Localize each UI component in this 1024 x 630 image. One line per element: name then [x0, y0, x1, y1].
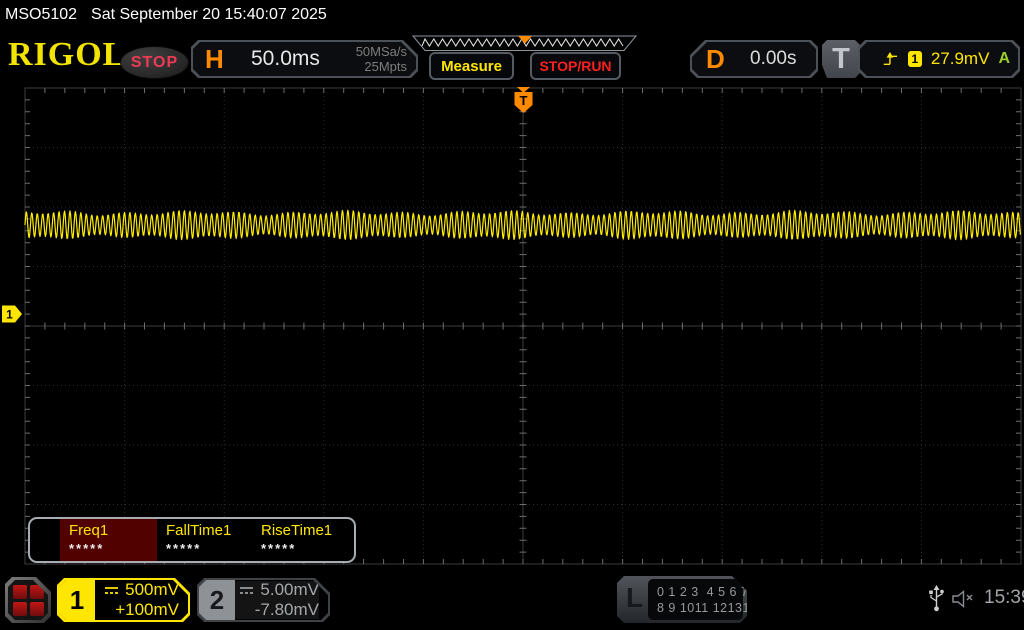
- stop-run-button[interactable]: STOP/RUN: [530, 52, 621, 80]
- dc-coupling-icon: [239, 585, 254, 596]
- red-square-icon: [13, 602, 27, 616]
- rising-edge-icon: [882, 50, 899, 68]
- trigger-position-marker[interactable]: T: [515, 87, 533, 113]
- measurement-label: Freq1: [69, 522, 157, 539]
- memory-depth: 25Mpts: [356, 59, 407, 74]
- svg-text:1: 1: [6, 308, 13, 322]
- measure-button-label: Measure: [441, 58, 502, 75]
- channel1-number: 1: [59, 580, 95, 620]
- logic-channels-badge[interactable]: L 0 1 2 3 4 5 6 7 8 9 1011 12131415: [617, 576, 747, 623]
- toolbar: RIGOL STOP H 50.0ms 50MSa/s 25Mpts Measu…: [0, 30, 1024, 85]
- model-name: MSO5102: [5, 6, 77, 24]
- measurement-label: FallTime1: [166, 522, 252, 539]
- red-square-icon: [13, 585, 27, 599]
- measure-button[interactable]: Measure: [429, 52, 514, 80]
- measurement-cell-freq1[interactable]: Freq1 *****: [60, 519, 157, 561]
- trigger-source-badge: 1: [908, 51, 922, 67]
- channel2-badge[interactable]: 2 5.00mV -7.80mV: [197, 578, 330, 622]
- delay-panel[interactable]: D 0.00s: [690, 40, 818, 78]
- measurement-panel: Freq1 ***** FallTime1 ***** RiseTime1 **…: [28, 517, 356, 563]
- rigol-logo: RIGOL: [8, 36, 126, 74]
- delay-value: 0.00s: [750, 48, 796, 70]
- dc-coupling-icon: [104, 585, 119, 596]
- delay-label: D: [706, 42, 725, 76]
- usb-icon: [928, 585, 945, 613]
- trigger-source-channel: 1: [911, 52, 918, 66]
- trigger-mode: A: [998, 50, 1010, 68]
- run-state-indicator: STOP: [120, 46, 189, 79]
- acquisition-info: 50MSa/s 25Mpts: [356, 44, 407, 74]
- channel1-offset: +100mV: [115, 600, 179, 620]
- channel1-badge[interactable]: 1 500mV +100mV: [57, 578, 190, 622]
- waveform-display-area: T1: [0, 85, 1024, 567]
- channel2-offset: -7.80mV: [255, 600, 319, 620]
- measurement-label: RiseTime1: [261, 522, 352, 539]
- ch1-ground-marker[interactable]: 1: [2, 306, 22, 323]
- timebase-value: 50.0ms: [251, 47, 320, 71]
- channel1-scale: 500mV: [125, 580, 179, 600]
- sample-rate: 50MSa/s: [356, 44, 407, 59]
- trigger-level-value: 27.9mV: [931, 49, 990, 69]
- window-layout-button[interactable]: [5, 577, 51, 623]
- measurement-value: *****: [69, 541, 157, 556]
- measurement-value: *****: [261, 541, 352, 556]
- logic-label: L: [626, 582, 643, 614]
- title-bar: MSO5102 Sat September 20 15:40:07 2025: [0, 0, 1024, 30]
- measurement-value: *****: [166, 541, 252, 556]
- logic-channels-row2: 8 9 1011 12131415: [657, 600, 743, 616]
- run-state-label: STOP: [131, 54, 178, 72]
- logic-channels-row1: 0 1 2 3 4 5 6 7: [657, 584, 743, 600]
- trigger-panel[interactable]: T 1 27.9mV A: [822, 40, 1020, 78]
- bottom-bar: 1 500mV +100mV 2: [0, 567, 1024, 630]
- trigger-label: T: [832, 43, 850, 76]
- channel2-scale: 5.00mV: [260, 580, 319, 600]
- measurement-cell-falltime1[interactable]: FallTime1 *****: [157, 519, 252, 561]
- trigger-tab: T: [822, 40, 860, 78]
- measurement-cell-risetime1[interactable]: RiseTime1 *****: [252, 519, 352, 561]
- red-square-icon: [30, 585, 44, 599]
- waveform-overview-bar[interactable]: [412, 35, 637, 52]
- horizontal-label: H: [205, 42, 224, 76]
- speaker-muted-icon: [951, 589, 977, 609]
- channel2-number: 2: [199, 580, 235, 620]
- svg-text:T: T: [520, 93, 528, 108]
- clock: 15:39: [984, 587, 1024, 609]
- red-square-icon: [30, 602, 44, 616]
- stop-run-button-label: STOP/RUN: [539, 58, 611, 74]
- oscilloscope-screen: MSO5102 Sat September 20 15:40:07 2025 R…: [0, 0, 1024, 630]
- date-time: Sat September 20 15:40:07 2025: [91, 6, 327, 24]
- horizontal-panel[interactable]: H 50.0ms 50MSa/s 25Mpts: [191, 40, 418, 78]
